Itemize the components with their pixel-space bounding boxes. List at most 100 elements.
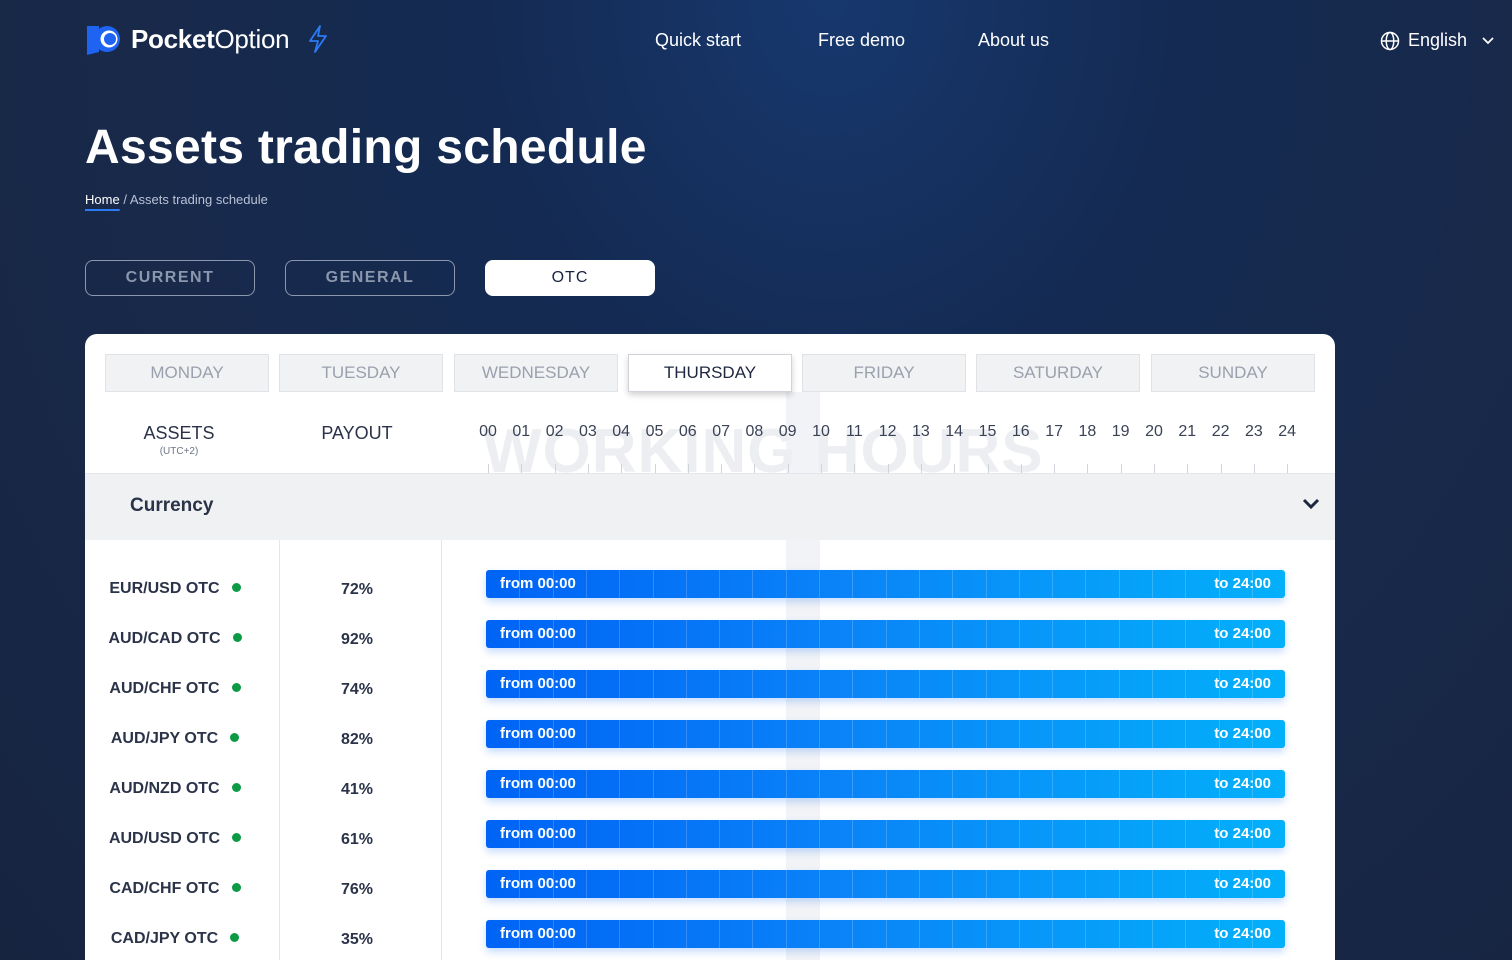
asset-name[interactable]: EUR/USD OTC <box>85 580 265 598</box>
bar-hour-divider <box>1085 720 1087 748</box>
tab-saturday[interactable]: SATURDAY <box>976 354 1140 392</box>
bar-hour-divider <box>1152 670 1153 698</box>
tab-wednesday[interactable]: WEDNESDAY <box>454 354 618 392</box>
bar-hour-divider <box>985 620 987 648</box>
payout-value: 61% <box>340 831 374 848</box>
chevron-down-icon[interactable] <box>1301 496 1321 512</box>
bar-hour-divider <box>1185 920 1187 948</box>
tab-otc[interactable]: OTC <box>485 260 655 296</box>
nav-quick-start[interactable]: Quick start <box>655 30 741 51</box>
hour-tick <box>754 464 756 473</box>
bar-hour-divider <box>885 620 887 648</box>
working-hours-bar[interactable]: from 00:00 to 24:00 <box>486 720 1285 748</box>
bar-hour-divider <box>585 570 587 598</box>
working-hours-bar[interactable]: from 00:00 to 24:00 <box>486 570 1285 598</box>
nav-about-us[interactable]: About us <box>978 30 1049 51</box>
bar-hour-divider <box>719 570 721 598</box>
bar-hour-divider <box>1152 820 1153 848</box>
site-header: PocketOption Quick start Free demo About… <box>0 0 1512 80</box>
payout-value: 92% <box>340 631 374 648</box>
hour-tick <box>1253 464 1255 473</box>
assets-column-header: ASSETS (UTC+2) <box>109 423 249 457</box>
asset-name[interactable]: CAD/JPY OTC <box>85 930 265 948</box>
language-label: English <box>1408 30 1468 50</box>
bar-hour-divider <box>852 620 854 648</box>
bar-hour-divider <box>585 620 587 648</box>
asset-name[interactable]: AUD/USD OTC <box>85 830 265 848</box>
working-hours-bar[interactable]: from 00:00 to 24:00 <box>486 920 1285 948</box>
hour-tick <box>621 464 623 473</box>
bar-hour-divider <box>1185 620 1187 648</box>
tab-thursday[interactable]: THURSDAY <box>628 354 792 392</box>
working-hours-bar[interactable]: from 00:00 to 24:00 <box>486 770 1285 798</box>
bar-hour-divider <box>1018 920 1020 948</box>
working-hours-bar[interactable]: from 00:00 to 24:00 <box>486 670 1285 698</box>
bar-to-label: to 24:00 <box>1214 825 1271 842</box>
bar-hour-divider <box>1152 920 1153 948</box>
bar-hour-divider <box>952 570 954 598</box>
tab-general[interactable]: GENERAL <box>285 260 455 296</box>
bar-hour-divider <box>1185 820 1187 848</box>
tab-monday[interactable]: MONDAY <box>105 354 269 392</box>
bar-hour-divider <box>652 820 654 848</box>
nav-free-demo[interactable]: Free demo <box>818 30 905 51</box>
bar-hour-divider <box>1018 820 1020 848</box>
tab-friday[interactable]: FRIDAY <box>802 354 966 392</box>
payout-value: 72% <box>340 581 374 598</box>
bar-hour-divider <box>819 870 820 898</box>
working-hours-bar[interactable]: from 00:00 to 24:00 <box>486 820 1285 848</box>
bar-hour-divider <box>1152 570 1153 598</box>
bar-hour-divider <box>1118 670 1120 698</box>
bar-from-label: from 00:00 <box>500 675 576 692</box>
bar-hour-divider <box>1118 570 1120 598</box>
status-dot <box>231 683 241 692</box>
tab-current[interactable]: CURRENT <box>85 260 255 296</box>
bar-hour-divider <box>1018 770 1020 798</box>
bar-hour-divider <box>819 570 820 598</box>
bar-hour-divider <box>652 920 654 948</box>
asset-name[interactable]: AUD/NZD OTC <box>85 780 265 798</box>
bar-hour-divider <box>752 820 754 848</box>
bar-hour-divider <box>952 770 954 798</box>
schedule-card: MONDAY TUESDAY WEDNESDAY THURSDAY FRIDAY… <box>85 334 1335 960</box>
bar-hour-divider <box>852 570 854 598</box>
bar-hour-divider <box>918 720 920 748</box>
bar-hour-divider <box>819 620 820 648</box>
asset-name[interactable]: AUD/JPY OTC <box>85 730 265 748</box>
breadcrumb-home[interactable]: Home <box>85 192 120 207</box>
asset-name[interactable]: AUD/CAD OTC <box>85 630 265 648</box>
hour-tick <box>887 464 889 473</box>
working-hours-bar[interactable]: from 00:00 to 24:00 <box>486 870 1285 898</box>
bar-hour-divider <box>885 570 887 598</box>
bar-hour-divider <box>1018 670 1020 698</box>
bar-hour-divider <box>585 870 587 898</box>
tab-tuesday[interactable]: TUESDAY <box>279 354 443 392</box>
hour-label: 21 <box>1178 423 1197 440</box>
bar-hour-divider <box>1052 670 1054 698</box>
bar-hour-divider <box>952 720 954 748</box>
asset-name[interactable]: CAD/CHF OTC <box>85 880 265 898</box>
bar-to-label: to 24:00 <box>1214 775 1271 792</box>
bar-hour-divider <box>785 720 787 748</box>
status-dot <box>230 733 240 742</box>
payout-value: 41% <box>340 781 374 798</box>
hour-tick <box>1154 464 1155 473</box>
category-currency[interactable]: Currency <box>85 474 1335 540</box>
hour-label: 17 <box>1045 423 1063 440</box>
asset-name[interactable]: AUD/CHF OTC <box>85 680 265 698</box>
status-dot <box>231 583 241 592</box>
language-selector[interactable]: English <box>1380 30 1495 51</box>
hour-label: 22 <box>1211 423 1230 440</box>
bar-hour-divider <box>985 820 987 848</box>
hour-label: 14 <box>945 423 964 440</box>
bar-hour-divider <box>1118 720 1120 748</box>
working-hours-bar[interactable]: from 00:00 to 24:00 <box>486 620 1285 648</box>
bar-hour-divider <box>685 920 687 948</box>
bar-hour-divider <box>1018 620 1020 648</box>
bar-hour-divider <box>785 670 787 698</box>
bar-hour-divider <box>1052 870 1054 898</box>
bar-hour-divider <box>752 570 754 598</box>
hour-tick <box>1120 464 1122 473</box>
tab-sunday[interactable]: SUNDAY <box>1151 354 1315 392</box>
bar-hour-divider <box>819 670 820 698</box>
